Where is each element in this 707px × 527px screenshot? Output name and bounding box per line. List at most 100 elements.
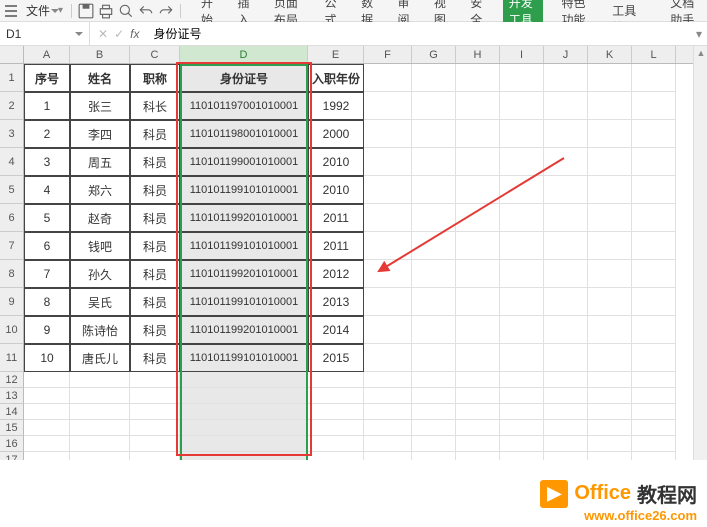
cell[interactable]: 2000	[308, 120, 364, 148]
cell[interactable]	[412, 176, 456, 204]
cell[interactable]	[500, 344, 544, 372]
cell[interactable]: 4	[24, 176, 70, 204]
cell[interactable]: 110101199001010001	[180, 148, 308, 176]
redo-icon[interactable]	[158, 3, 174, 19]
cell[interactable]	[500, 204, 544, 232]
cell[interactable]	[632, 436, 676, 452]
column-header[interactable]: C	[130, 46, 180, 63]
cell[interactable]	[588, 344, 632, 372]
cell[interactable]: 2013	[308, 288, 364, 316]
cell[interactable]	[180, 372, 308, 388]
cell[interactable]	[456, 372, 500, 388]
cell[interactable]	[544, 232, 588, 260]
cell[interactable]	[412, 232, 456, 260]
row-header[interactable]: 11	[0, 344, 24, 372]
cell[interactable]: 吴氏	[70, 288, 130, 316]
cell[interactable]	[130, 420, 180, 436]
cell[interactable]	[632, 120, 676, 148]
cell[interactable]	[632, 452, 676, 460]
cell[interactable]	[456, 452, 500, 460]
cell[interactable]: 入职年份	[308, 64, 364, 92]
cell[interactable]: 110101199101010001	[180, 288, 308, 316]
row-header[interactable]: 6	[0, 204, 24, 232]
cell[interactable]	[180, 452, 308, 460]
row-header[interactable]: 15	[0, 420, 24, 436]
cell[interactable]	[588, 204, 632, 232]
cell[interactable]	[500, 372, 544, 388]
cell[interactable]	[364, 204, 412, 232]
cell[interactable]	[456, 176, 500, 204]
cell[interactable]	[588, 420, 632, 436]
undo-icon[interactable]	[138, 3, 154, 19]
cell[interactable]: 科员	[130, 148, 180, 176]
cell[interactable]	[632, 344, 676, 372]
cell[interactable]	[588, 120, 632, 148]
column-header[interactable]: E	[308, 46, 364, 63]
cell[interactable]	[544, 372, 588, 388]
cell[interactable]	[500, 316, 544, 344]
column-header[interactable]: G	[412, 46, 456, 63]
cell[interactable]	[308, 452, 364, 460]
formula-cancel-icon[interactable]: ✕	[98, 27, 108, 41]
cell[interactable]	[588, 436, 632, 452]
cell[interactable]	[456, 204, 500, 232]
cell[interactable]	[588, 232, 632, 260]
cell[interactable]: 张三	[70, 92, 130, 120]
cell[interactable]: 9	[24, 316, 70, 344]
cell[interactable]	[500, 288, 544, 316]
cell[interactable]	[544, 404, 588, 420]
cell[interactable]	[364, 452, 412, 460]
cell[interactable]: 110101199201010001	[180, 316, 308, 344]
cell[interactable]: 科员	[130, 316, 180, 344]
cell[interactable]	[70, 372, 130, 388]
cell[interactable]	[500, 232, 544, 260]
cell[interactable]: 6	[24, 232, 70, 260]
cell[interactable]: 1992	[308, 92, 364, 120]
cell[interactable]: 科员	[130, 288, 180, 316]
cell[interactable]	[456, 404, 500, 420]
menu-icon[interactable]	[4, 4, 18, 18]
cell[interactable]	[456, 92, 500, 120]
cell[interactable]	[24, 436, 70, 452]
cell[interactable]	[412, 204, 456, 232]
cell[interactable]	[500, 64, 544, 92]
cell[interactable]	[364, 388, 412, 404]
row-header[interactable]: 16	[0, 436, 24, 452]
cell[interactable]: 110101199201010001	[180, 260, 308, 288]
cell[interactable]: 2011	[308, 232, 364, 260]
column-header[interactable]: K	[588, 46, 632, 63]
row-header[interactable]: 5	[0, 176, 24, 204]
row-header[interactable]: 8	[0, 260, 24, 288]
cell[interactable]	[544, 344, 588, 372]
cell[interactable]	[588, 388, 632, 404]
cell[interactable]	[456, 120, 500, 148]
row-header[interactable]: 13	[0, 388, 24, 404]
column-header[interactable]: F	[364, 46, 412, 63]
cell[interactable]	[412, 288, 456, 316]
cell[interactable]	[24, 420, 70, 436]
cell[interactable]	[500, 388, 544, 404]
cell[interactable]: 科员	[130, 232, 180, 260]
cell[interactable]	[588, 260, 632, 288]
cell[interactable]: 110101199101010001	[180, 232, 308, 260]
cell[interactable]	[500, 176, 544, 204]
cell[interactable]	[588, 316, 632, 344]
cell[interactable]	[456, 288, 500, 316]
cell[interactable]: 110101199101010001	[180, 344, 308, 372]
cell[interactable]	[24, 388, 70, 404]
cell[interactable]	[364, 176, 412, 204]
column-header[interactable]: L	[632, 46, 676, 63]
select-all-corner[interactable]	[0, 46, 24, 63]
cell[interactable]	[588, 176, 632, 204]
cell[interactable]	[456, 316, 500, 344]
cell[interactable]	[544, 92, 588, 120]
cell[interactable]: 科员	[130, 260, 180, 288]
cell[interactable]	[130, 452, 180, 460]
cell[interactable]	[364, 92, 412, 120]
cell[interactable]	[456, 436, 500, 452]
cell[interactable]	[308, 404, 364, 420]
cell[interactable]	[632, 92, 676, 120]
cell[interactable]	[632, 404, 676, 420]
cell[interactable]	[180, 436, 308, 452]
cell[interactable]	[412, 64, 456, 92]
